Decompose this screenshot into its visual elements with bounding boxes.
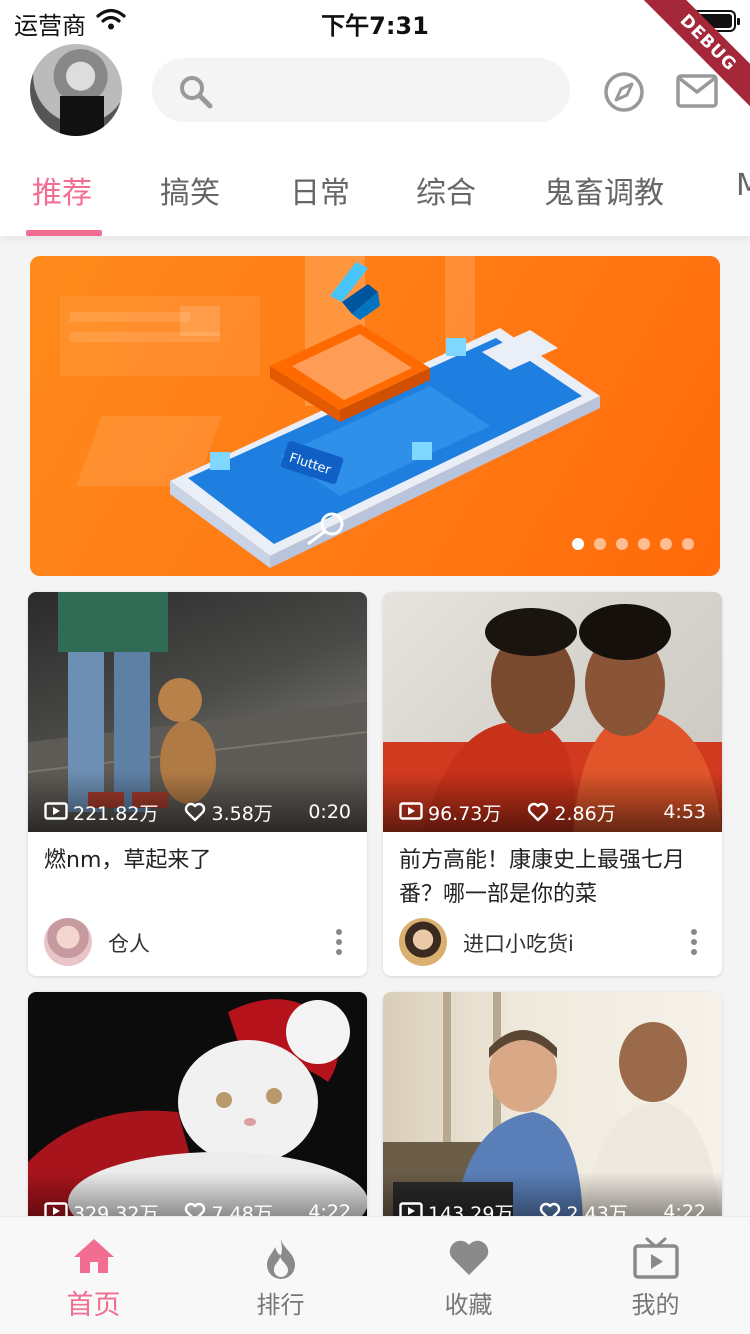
banner-dot[interactable] xyxy=(638,538,650,550)
tab-remix[interactable]: 鬼畜调教 xyxy=(544,168,664,212)
app-header: 推荐 搞笑 日常 综合 鬼畜调教 M xyxy=(0,40,750,236)
nav-home-label: 首页 xyxy=(66,1290,121,1321)
video-card[interactable]: 143.29万 2.43万 4:22 xyxy=(383,992,722,1232)
status-bar: 运营商 下午7:31 xyxy=(0,0,750,40)
banner-dot[interactable] xyxy=(616,538,628,550)
tab-daily[interactable]: 日常 xyxy=(290,168,350,212)
card-footer: 仓人 xyxy=(28,916,367,976)
view-count: 96.73万 xyxy=(399,799,501,826)
nav-home[interactable]: 首页 xyxy=(0,1217,187,1334)
banner-dots xyxy=(572,538,694,550)
like-count: 3.58万 xyxy=(184,799,273,826)
banner-illustration: Flutter xyxy=(60,256,600,568)
heart-outline-icon xyxy=(185,802,206,822)
nav-ranking-label: 排行 xyxy=(256,1291,305,1319)
uploader-avatar[interactable] xyxy=(44,918,92,966)
nav-mine-label: 我的 xyxy=(631,1291,680,1319)
video-thumbnail[interactable]: 329.32万 7.48万 4:22 xyxy=(28,992,367,1232)
video-card[interactable]: 221.82万 3.58万 0:20 燃nm，草起来了 仓人 xyxy=(28,592,367,976)
nav-ranking[interactable]: 排行 xyxy=(187,1217,374,1334)
avatar-figure xyxy=(60,96,104,136)
video-card[interactable]: 329.32万 7.48万 4:22 xyxy=(28,992,367,1232)
video-stats: 96.73万 2.86万 4:53 xyxy=(399,798,706,826)
compass-icon[interactable] xyxy=(602,70,646,118)
play-count-icon xyxy=(44,802,68,820)
view-count: 221.82万 xyxy=(44,799,158,826)
tab-more[interactable]: M xyxy=(736,168,750,203)
search-bar[interactable] xyxy=(152,58,570,122)
video-title[interactable]: 前方高能！康康史上最强七月番？哪一部是你的菜 xyxy=(383,832,722,916)
fire-icon xyxy=(187,1237,374,1279)
video-duration: 0:20 xyxy=(308,801,351,823)
like-count: 2.86万 xyxy=(527,799,616,826)
card-footer: 进口小吃货i xyxy=(383,916,722,976)
video-thumbnail[interactable]: 143.29万 2.43万 4:22 xyxy=(383,992,722,1232)
more-vert-icon[interactable] xyxy=(690,928,698,960)
user-avatar[interactable] xyxy=(30,44,122,136)
category-tabs: 推荐 搞笑 日常 综合 鬼畜调教 M xyxy=(0,160,750,236)
video-thumbnail[interactable]: 96.73万 2.86万 4:53 xyxy=(383,592,722,832)
search-icon xyxy=(176,72,216,116)
banner-dot[interactable] xyxy=(572,538,584,550)
play-count-icon xyxy=(399,802,423,820)
video-card[interactable]: 96.73万 2.86万 4:53 前方高能！康康史上最强七月番？哪一部是你的菜… xyxy=(383,592,722,976)
view-count-text: 96.73万 xyxy=(428,802,502,825)
heart-outline-icon xyxy=(528,802,549,822)
nav-favorites-label: 收藏 xyxy=(444,1291,493,1319)
video-stats: 221.82万 3.58万 0:20 xyxy=(44,798,351,826)
tab-indicator xyxy=(26,230,102,236)
uploader-avatar[interactable] xyxy=(399,918,447,966)
video-thumbnail[interactable]: 221.82万 3.58万 0:20 xyxy=(28,592,367,832)
home-icon xyxy=(0,1237,187,1275)
like-count-text: 3.58万 xyxy=(211,802,273,825)
banner-dot[interactable] xyxy=(594,538,606,550)
like-count-text: 2.86万 xyxy=(554,802,616,825)
tv-icon xyxy=(562,1237,749,1279)
video-duration: 4:53 xyxy=(663,801,706,823)
uploader-name[interactable]: 进口小吃货i xyxy=(463,928,574,958)
heart-icon xyxy=(375,1237,562,1277)
uploader-name[interactable]: 仓人 xyxy=(108,928,150,958)
video-title[interactable]: 燃nm，草起来了 xyxy=(28,832,367,916)
nav-favorites[interactable]: 收藏 xyxy=(375,1217,562,1334)
status-time: 下午7:31 xyxy=(321,12,429,40)
nav-mine[interactable]: 我的 xyxy=(562,1217,749,1334)
banner-carousel[interactable]: Flutter xyxy=(30,256,720,576)
bottom-navigation: 首页 排行 收藏 我的 xyxy=(0,1216,750,1334)
mail-icon[interactable] xyxy=(676,74,718,112)
banner-dot[interactable] xyxy=(660,538,672,550)
tab-funny[interactable]: 搞笑 xyxy=(160,168,220,212)
tab-recommend[interactable]: 推荐 xyxy=(32,168,92,212)
view-count-text: 221.82万 xyxy=(73,802,159,825)
tab-general[interactable]: 综合 xyxy=(416,168,476,212)
more-vert-icon[interactable] xyxy=(335,928,343,960)
banner-dot[interactable] xyxy=(682,538,694,550)
